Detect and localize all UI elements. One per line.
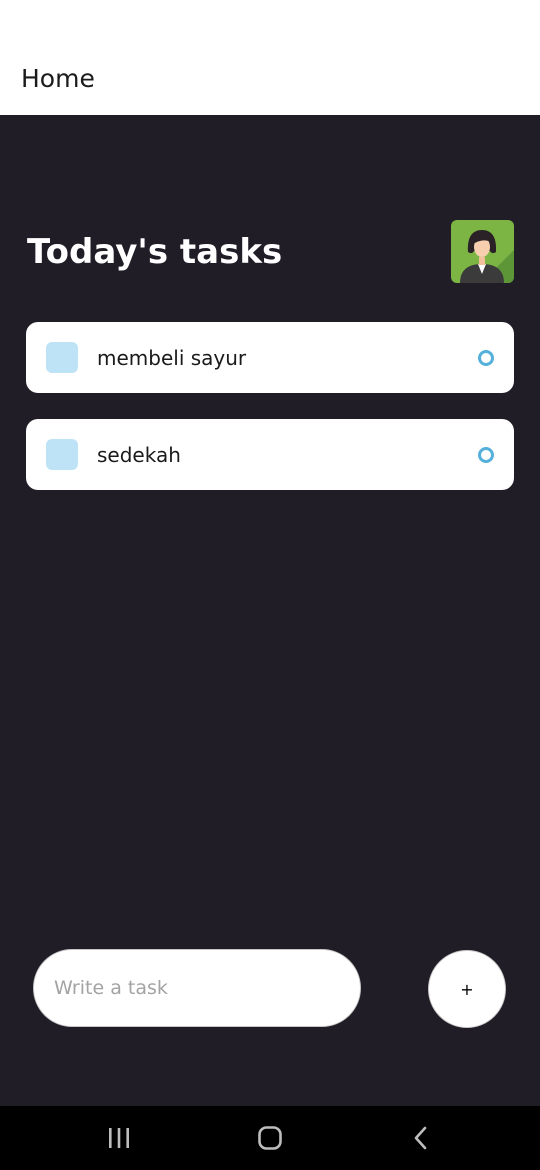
back-icon[interactable] [391, 1118, 451, 1158]
recent-apps-icon[interactable] [89, 1118, 149, 1158]
page-title: Today's tasks [27, 232, 283, 272]
system-nav-bar [0, 1106, 540, 1170]
add-task-button[interactable]: + [428, 950, 506, 1028]
task-status-circle-icon[interactable] [478, 447, 494, 463]
task-checkbox[interactable] [46, 439, 78, 470]
home-icon[interactable] [240, 1118, 300, 1158]
task-label: sedekah [97, 443, 181, 467]
app-bar-title: Home [21, 64, 95, 93]
woman-avatar-icon [451, 220, 514, 283]
app-bar: Home [0, 0, 540, 115]
task-label: membeli sayur [97, 346, 247, 370]
task-item[interactable]: sedekah [26, 419, 514, 490]
avatar[interactable] [451, 220, 514, 283]
task-checkbox[interactable] [46, 342, 78, 373]
task-status-circle-icon[interactable] [478, 350, 494, 366]
task-input[interactable] [33, 949, 361, 1027]
task-item[interactable]: membeli sayur [26, 322, 514, 393]
